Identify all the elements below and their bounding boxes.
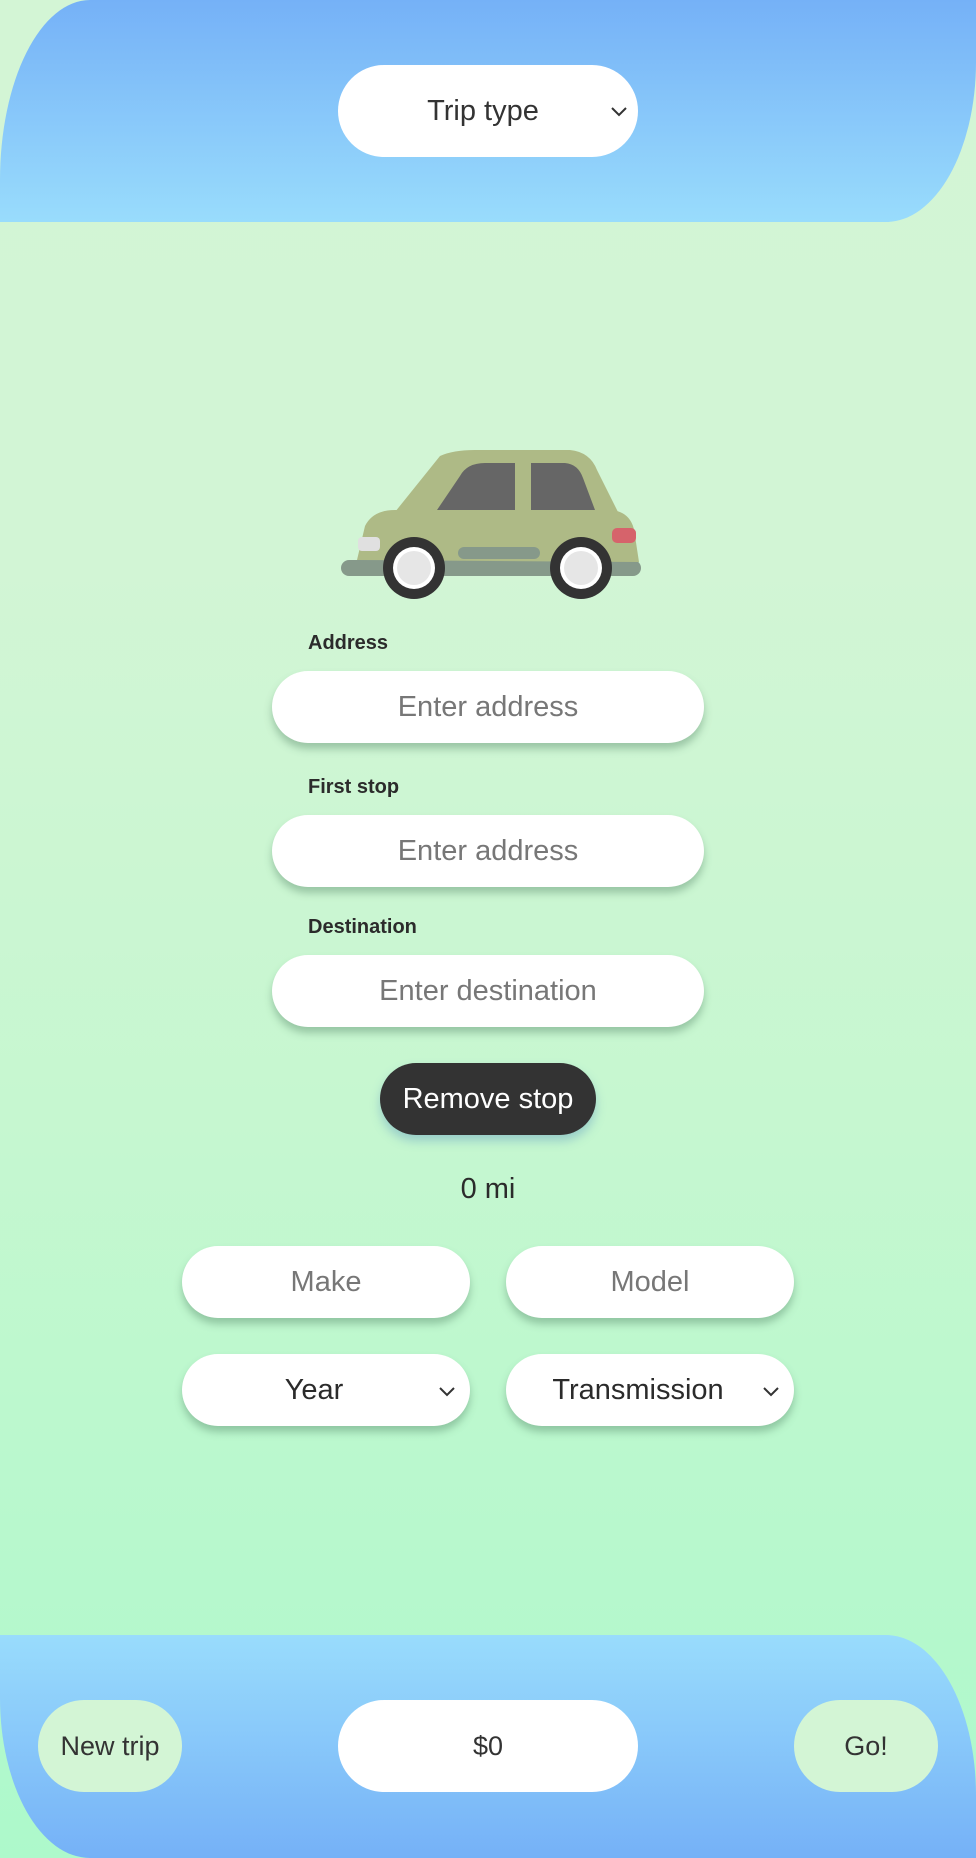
remove-stop-button[interactable]: Remove stop [380, 1063, 596, 1135]
trip-type-selected: Trip type [427, 94, 539, 127]
first-stop-label: First stop [308, 776, 400, 798]
address-field-wrapper [272, 671, 704, 743]
model-field-wrapper [506, 1246, 794, 1318]
distance-readout: 0 mi [460, 1173, 516, 1205]
car-side-trim [458, 547, 540, 559]
car-headlight [358, 537, 380, 551]
go-label: Go! [844, 1730, 888, 1761]
go-button[interactable]: Go! [794, 1700, 938, 1792]
model-input[interactable] [506, 1246, 794, 1318]
first-stop-input[interactable] [272, 815, 704, 887]
chevron-down-icon [438, 1382, 456, 1400]
remove-stop-label: Remove stop [402, 1082, 574, 1115]
car-illustration [335, 440, 645, 610]
make-field-wrapper [182, 1246, 470, 1318]
year-select[interactable]: Year [182, 1354, 470, 1426]
header-bar: Trip type [0, 0, 976, 222]
new-trip-button[interactable]: New trip [38, 1700, 182, 1792]
car-icon [341, 450, 641, 599]
total-cost-display: $0 [338, 1700, 638, 1792]
new-trip-label: New trip [60, 1730, 160, 1761]
chevron-down-icon [762, 1382, 780, 1400]
year-selected: Year [284, 1373, 344, 1406]
car-front-wheel [383, 537, 445, 599]
transmission-selected: Transmission [552, 1373, 724, 1406]
trip-type-select[interactable]: Trip type [338, 65, 638, 157]
car-rear-wheel [550, 537, 612, 599]
total-cost-value: $0 [472, 1730, 504, 1761]
first-stop-field-wrapper [272, 815, 704, 887]
chevron-down-icon [610, 102, 628, 120]
destination-input[interactable] [272, 955, 704, 1027]
destination-field-wrapper [272, 955, 704, 1027]
car-taillight [612, 528, 636, 543]
footer-bar: New trip $0 Go! [0, 1635, 976, 1858]
make-input[interactable] [182, 1246, 470, 1318]
address-input[interactable] [272, 671, 704, 743]
destination-label: Destination [308, 916, 417, 938]
transmission-select[interactable]: Transmission [506, 1354, 794, 1426]
address-label: Address [308, 632, 389, 654]
